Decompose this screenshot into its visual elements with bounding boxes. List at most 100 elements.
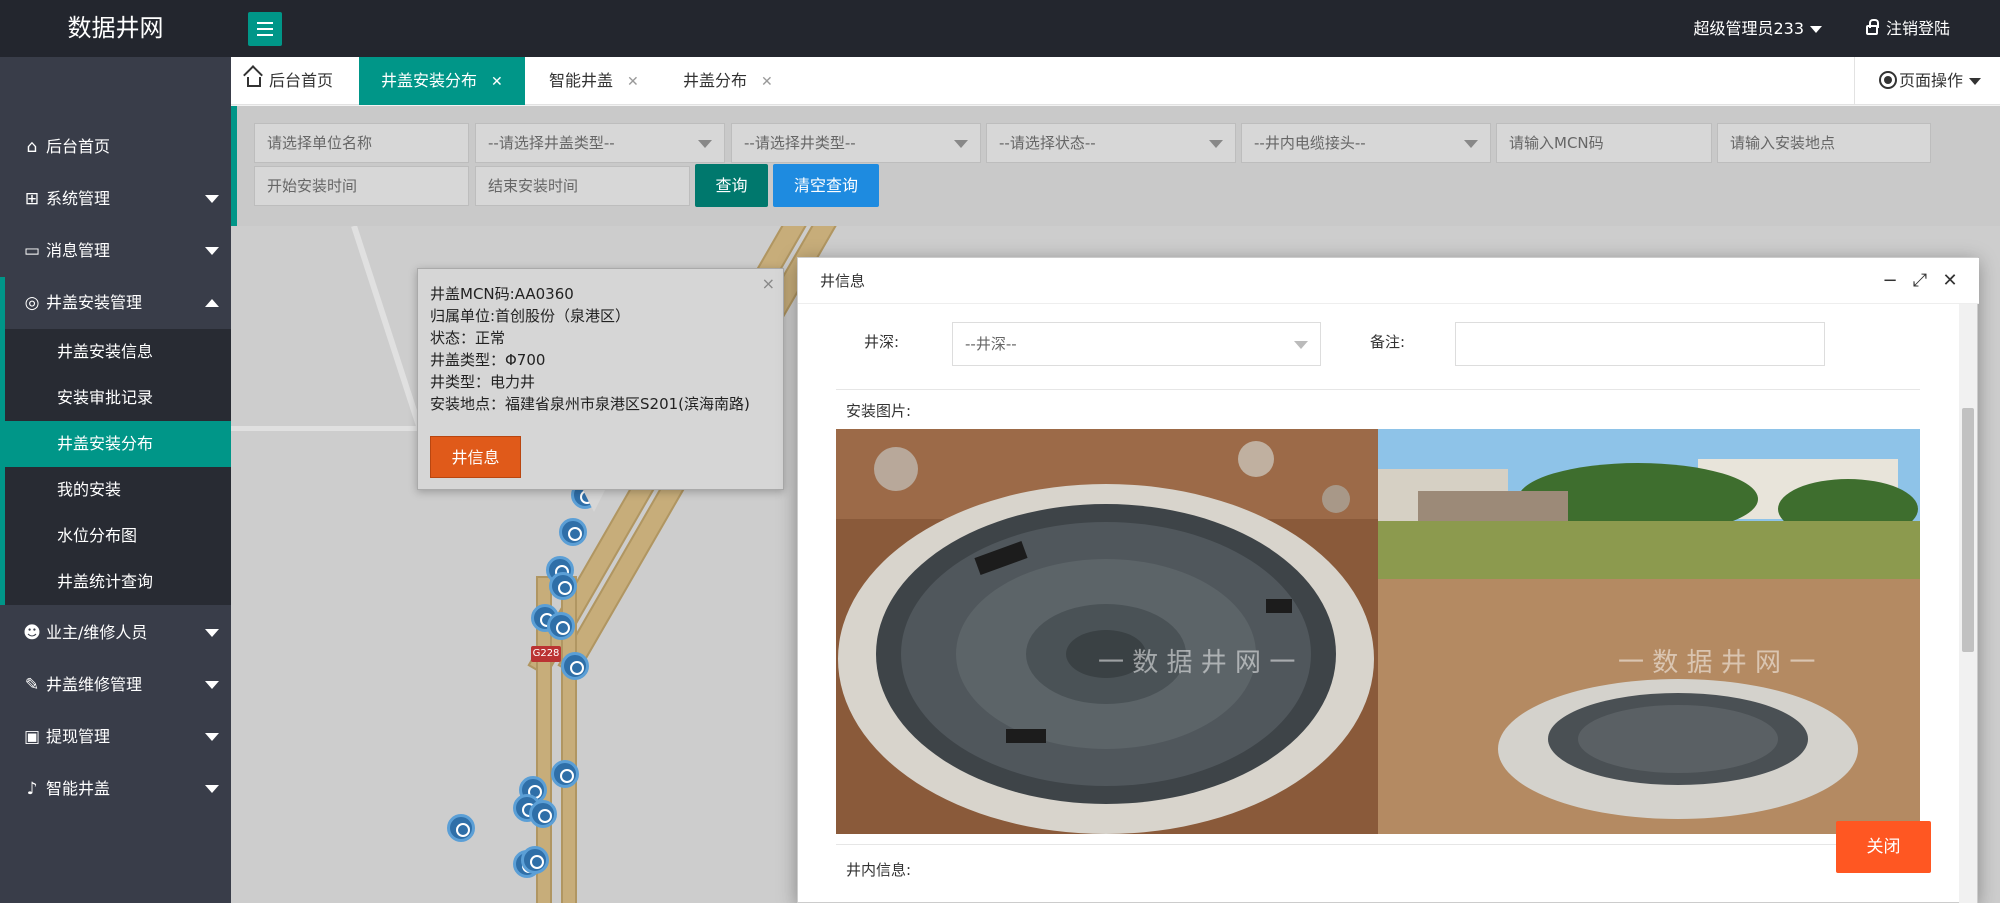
start-time-input[interactable]: 开始安装时间 [254,166,469,206]
popup-unit: 归属单位:首创股份（泉港区） [430,307,631,325]
chevron-down-icon [1969,78,1982,85]
remark-input[interactable] [1455,322,1825,366]
logout-link[interactable]: 注销登陆 [1865,0,1950,57]
menu-toggle-button[interactable] [248,12,282,46]
tab-bar: 后台首页 井盖安装分布 ✕ 智能井盖 ✕ 井盖分布 ✕ 页面操作 [231,57,2000,105]
depth-label: 井深: [864,333,900,351]
road-sign: G228 [531,646,561,662]
map-pin-icon[interactable] [551,760,579,788]
sidebar-item-withdraw[interactable]: ▣ 提现管理 [0,711,231,763]
chevron-down-icon [205,629,219,637]
maximize-icon[interactable]: ⤢ [1905,258,1935,304]
divider [836,389,1920,390]
page-operations-menu[interactable]: 页面操作 [1854,57,2000,105]
chevron-down-icon [205,733,219,741]
status-select[interactable]: --请选择状态-- [986,123,1236,163]
mcn-input[interactable]: 请输入MCN码 [1496,123,1712,163]
sidebar-item-message[interactable]: ▭ 消息管理 [0,225,231,277]
tab-home[interactable]: 后台首页 [247,57,357,105]
chevron-down-icon [1810,26,1822,33]
home-icon: ⌂ [26,137,38,157]
well-info-button[interactable]: 井信息 [430,436,521,478]
map-info-popup: × 井盖MCN码:AA0360 归属单位:首创股份（泉港区） 状态：正常 井盖类… [417,268,784,490]
install-photo-1[interactable] [836,429,1378,834]
withdraw-icon: ▣ [23,727,41,747]
inner-info-label: 井内信息: [846,861,912,879]
sidebar-item-owners[interactable]: ☻ 业主/维修人员 [0,607,231,659]
cover-type-select[interactable]: --请选择井盖类型-- [475,123,725,163]
sidebar-item-smart-cover[interactable]: ♪ 智能井盖 [0,763,231,815]
popup-location: 安装地点：福建省泉州市泉港区S201(滨海南路) [430,395,750,413]
depth-select[interactable]: --井深-- [952,322,1321,366]
target-icon [1879,71,1897,89]
map-pin-icon[interactable] [559,518,587,546]
clear-query-button[interactable]: 清空查询 [773,164,879,207]
location-input[interactable]: 请输入安装地点 [1717,123,1931,163]
close-icon[interactable]: × [762,273,775,295]
sidebar-subitem-install-info[interactable]: 井盖安装信息 [0,329,231,375]
unit-input[interactable]: 请选择单位名称 [254,123,469,163]
popup-well-type: 井类型：电力井 [430,373,536,391]
chevron-down-icon [205,681,219,689]
user-name: 超级管理员233 [1693,19,1804,38]
top-header: 数据井网 超级管理员233 注销登陆 [0,0,2000,57]
scrollbar-thumb[interactable] [1962,408,1974,652]
sidebar-subitem-water-level[interactable]: 水位分布图 [0,513,231,559]
chevron-up-icon [205,299,219,307]
chevron-down-icon [205,247,219,255]
dialog-title: 井信息 [798,258,1979,304]
filter-bar: 请选择单位名称 --请选择井盖类型-- --请选择井类型-- --请选择状态--… [231,106,2000,226]
photos-label: 安装图片: [846,402,912,420]
dialog-body: 井深: --井深-- 备注: 安装图片: 一 数 据 井 网 一 一 数 据 井… [798,304,1958,903]
tab-install-distribution[interactable]: 井盖安装分布 ✕ [359,57,525,105]
close-dialog-button[interactable]: 关闭 [1836,821,1931,873]
cable-select[interactable]: --井内电缆接头-- [1241,123,1491,163]
popup-status: 状态：正常 [430,329,506,347]
sidebar-item-home[interactable]: ⌂ 后台首页 [0,121,231,173]
well-info-dialog: 井信息 − ⤢ ✕ 井深: --井深-- 备注: 安装图片: 一 数 据 井 网… [797,257,1979,903]
chevron-down-icon [1209,140,1223,148]
remark-label: 备注: [1370,333,1406,351]
bell-icon: ♪ [26,779,38,799]
map-pin-icon[interactable] [549,572,577,600]
end-time-input[interactable]: 结束安装时间 [475,166,690,206]
edit-icon: ✎ [24,675,40,695]
map-pin-icon[interactable] [547,612,575,640]
sidebar-item-system[interactable]: ⊞ 系统管理 [0,173,231,225]
close-icon[interactable]: ✕ [761,74,773,90]
map-pin-icon[interactable] [529,800,557,828]
well-type-select[interactable]: --请选择井类型-- [731,123,981,163]
hamburger-icon [257,22,273,24]
map-pin-icon[interactable] [521,846,549,874]
brand-title: 数据井网 [67,14,164,42]
dialog-scrollbar[interactable] [1959,304,1977,903]
close-icon[interactable]: ✕ [627,74,639,90]
chevron-down-icon [205,785,219,793]
tab-cover-distribution[interactable]: 井盖分布 ✕ [661,57,791,105]
chevron-down-icon [1464,140,1478,148]
chevron-down-icon [954,140,968,148]
minimize-icon[interactable]: − [1875,258,1905,304]
close-icon[interactable]: ✕ [1935,258,1965,304]
sidebar-item-repair[interactable]: ✎ 井盖维修管理 [0,659,231,711]
query-button[interactable]: 查询 [695,164,768,207]
photo-watermark: 一 数 据 井 网 一 [1098,648,1296,678]
tab-smart-cover[interactable]: 智能井盖 ✕ [525,57,655,105]
sidebar-item-cover-install[interactable]: ◎ 井盖安装管理 [0,277,231,329]
grid-icon: ⊞ [24,189,40,209]
popup-mcn: 井盖MCN码:AA0360 [430,285,574,303]
map-pin-icon[interactable] [447,814,475,842]
sidebar-subitem-statistics[interactable]: 井盖统计查询 [0,559,231,605]
sidebar: ⌂ 后台首页 ⊞ 系统管理 ▭ 消息管理 ◎ 井盖安装管理 井盖安装信息 安装审批记录 … [0,57,231,903]
install-photo-2[interactable] [1378,429,1920,834]
sidebar-subitem-my-install[interactable]: 我的安装 [0,467,231,513]
chevron-down-icon [698,140,712,148]
map-pin-icon[interactable] [561,652,589,680]
photo-watermark: 一 数 据 井 网 一 [1618,648,1816,678]
close-icon[interactable]: ✕ [491,74,503,90]
chevron-down-icon [1294,341,1308,349]
sidebar-subitem-install-distribution[interactable]: 井盖安装分布 [0,421,231,467]
divider [836,844,1920,845]
sidebar-subitem-approval-records[interactable]: 安装审批记录 [0,375,231,421]
user-menu[interactable]: 超级管理员233 [1693,0,1822,57]
